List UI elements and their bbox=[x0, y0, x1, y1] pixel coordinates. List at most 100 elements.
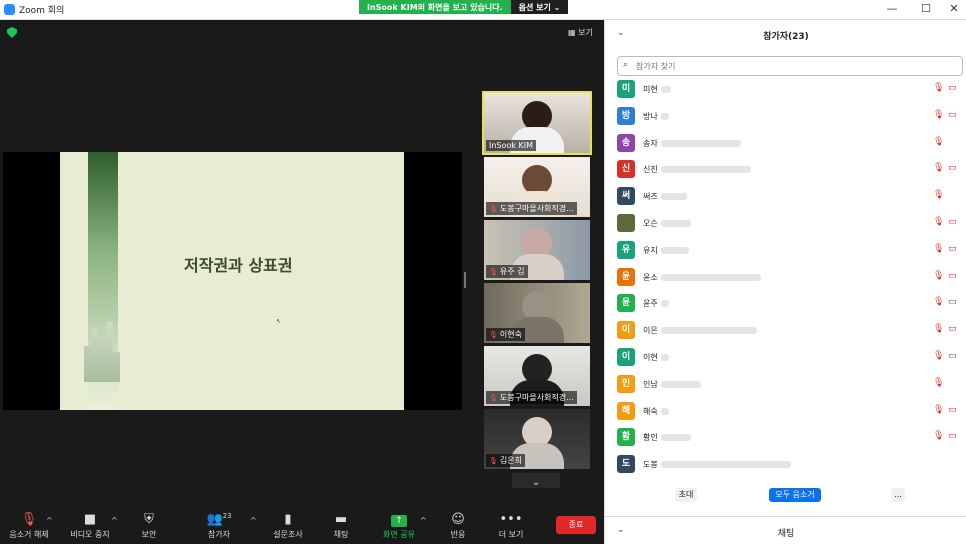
participant-row[interactable]: 도 도봉 bbox=[605, 453, 966, 476]
participant-name-text: 윤소 bbox=[643, 272, 658, 282]
share-screen-button[interactable]: ↑ 화면 공유 ^ bbox=[370, 512, 428, 540]
split-handle[interactable] bbox=[464, 272, 466, 288]
thumbnail-name: 도봉구마을사회적경... bbox=[499, 393, 574, 402]
muted-mic-icon: 🎙 bbox=[933, 109, 945, 120]
participant-name-text: 윤주 bbox=[643, 299, 658, 309]
title-bar: Zoom 회의 InSook KIM의 화면을 보고 있습니다. 옵션 보기 ⌄… bbox=[0, 0, 966, 20]
participant-avatar: 신 bbox=[617, 160, 635, 179]
reactions-label: 반응 bbox=[450, 530, 466, 539]
video-thumbnail[interactable]: 🎙 도봉구마을사회적경... bbox=[484, 346, 590, 406]
participant-row[interactable]: 써 써즈 🎙 bbox=[605, 185, 966, 211]
encryption-shield-icon[interactable] bbox=[7, 27, 17, 38]
thumbnail-label: 🎙 김은희 bbox=[486, 454, 525, 467]
view-options-button[interactable]: 옵션 보기 ⌄ bbox=[510, 0, 569, 14]
participant-row[interactable]: 해 해숙 🎙 ▭ bbox=[605, 400, 966, 426]
video-thumbnail[interactable]: 🎙 유주 김 bbox=[484, 220, 590, 280]
reactions-button[interactable]: ☺ 반응 bbox=[429, 512, 487, 540]
participants-icon: 👥23 bbox=[206, 512, 232, 527]
unmute-button[interactable]: 🎙 음소거 해제 ^ bbox=[0, 512, 58, 540]
participant-row[interactable]: 송 송자 🎙 bbox=[605, 132, 966, 158]
participant-name: 도봉 bbox=[643, 459, 791, 470]
redacted-name-blur bbox=[660, 246, 689, 254]
participant-name-text: 인남 bbox=[643, 379, 658, 389]
participants-options-caret[interactable]: ^ bbox=[250, 516, 257, 525]
muted-mic-icon: 🎙 bbox=[933, 83, 945, 93]
unmute-label: 음소거 해제 bbox=[9, 530, 49, 539]
participant-row[interactable]: 이 이현 🎙 ▭ bbox=[605, 346, 966, 372]
participant-row[interactable]: 황 황인 🎙 ▭ bbox=[605, 426, 966, 452]
participant-row[interactable]: 신 신진 🎙 ▭ bbox=[605, 158, 966, 184]
participants-button[interactable]: 👥23 참가자 ^ bbox=[190, 512, 256, 540]
invite-button[interactable]: 초대 bbox=[675, 488, 697, 502]
stop-video-label: 비디오 중지 bbox=[70, 530, 110, 539]
maximize-button[interactable]: ☐ bbox=[916, 2, 936, 15]
participant-name: 미현 bbox=[643, 84, 671, 95]
minimize-button[interactable]: — bbox=[882, 2, 902, 15]
mute-all-button[interactable]: 모두 음소거 bbox=[769, 488, 821, 502]
participant-avatar: 윤 bbox=[617, 294, 635, 313]
video-on-icon: ▭ bbox=[948, 351, 957, 361]
thumbnail-label: 🎙 도봉구마을사회적경... bbox=[486, 202, 577, 215]
video-thumbnail[interactable]: 🎙 도봉구마을사회적경... bbox=[484, 157, 590, 217]
participant-avatar: 인 bbox=[617, 374, 635, 393]
video-options-caret[interactable]: ^ bbox=[111, 516, 118, 525]
meeting-toolbar: 🎙 음소거 해제 ^ ■ 비디오 중지 ^ ⛨ 보안 👥23 참가자 ^ ▮ 설… bbox=[0, 488, 604, 544]
stop-video-button[interactable]: ■ 비디오 중지 ^ bbox=[61, 512, 119, 540]
participant-name-text: 써즈 bbox=[643, 192, 658, 202]
thumbnail-name: 도봉구마을사회적경... bbox=[499, 204, 574, 213]
redacted-name-blur bbox=[660, 166, 751, 174]
share-banner: InSook KIM의 화면을 보고 있습니다. 옵션 보기 ⌄ bbox=[359, 0, 569, 14]
share-screen-label: 화면 공유 bbox=[383, 530, 415, 539]
muted-mic-icon: 🎙 bbox=[489, 456, 498, 465]
muted-mic-icon: 🎙 bbox=[933, 297, 945, 308]
participant-row[interactable]: 방 방나 🎙 ▭ bbox=[605, 105, 966, 131]
polls-button[interactable]: ▮ 설문조사 bbox=[259, 512, 317, 540]
reactions-smiley-icon: ☺ bbox=[451, 512, 465, 527]
search-placeholder: 참가자 찾기 bbox=[636, 62, 676, 71]
close-button[interactable]: ✕ bbox=[944, 2, 964, 15]
more-button[interactable]: ••• 더 보기 bbox=[482, 512, 540, 540]
muted-mic-icon: 🎙 bbox=[933, 190, 945, 201]
redacted-name-blur bbox=[660, 407, 669, 415]
participant-row[interactable]: 미 미현 🎙 ▭ bbox=[605, 78, 966, 104]
participant-name-text: 유지 bbox=[643, 245, 658, 255]
chat-bubble-icon: ▬ bbox=[334, 512, 348, 527]
more-options-button[interactable]: ... bbox=[891, 488, 905, 502]
participant-search-input[interactable]: ⌕ 참가자 찾기 bbox=[617, 56, 963, 76]
view-button[interactable]: ▦ 보기 bbox=[568, 27, 593, 38]
muted-mic-icon: 🎙 bbox=[933, 217, 945, 227]
participant-name-text: 신진 bbox=[643, 165, 658, 175]
thumbnail-label: InSook KIM bbox=[486, 140, 536, 151]
video-thumbnail[interactable]: InSook KIM bbox=[482, 91, 592, 155]
video-off-icon: ▭ bbox=[948, 270, 957, 281]
muted-mic-icon: 🎙 bbox=[933, 404, 945, 415]
participant-avatar: 방 bbox=[617, 106, 635, 125]
muted-mic-icon: 🎙 bbox=[489, 204, 498, 213]
participant-row[interactable]: 인 인남 🎙 bbox=[605, 373, 966, 399]
participant-avatar: 이 bbox=[617, 321, 635, 340]
redacted-name-blur bbox=[660, 193, 687, 201]
security-button[interactable]: ⛨ 보안 bbox=[120, 512, 178, 540]
redacted-name-blur bbox=[660, 220, 691, 227]
audio-options-caret[interactable]: ^ bbox=[46, 516, 53, 525]
participant-row[interactable]: 윤 윤소 🎙 ▭ bbox=[605, 266, 966, 292]
redacted-name-blur bbox=[660, 434, 691, 442]
video-thumbnail[interactable]: 🎙 김은희 bbox=[484, 409, 590, 469]
participant-row[interactable]: 이 이은 🎙 ▭ bbox=[605, 319, 966, 345]
video-thumbnail[interactable]: 🎙 이현숙 bbox=[484, 283, 590, 343]
video-off-icon: ▭ bbox=[948, 243, 957, 254]
participant-name: 신진 bbox=[643, 164, 751, 175]
participant-name: 오슨 bbox=[643, 218, 691, 229]
chat-button[interactable]: ▬ 채팅 bbox=[312, 512, 370, 540]
participant-row[interactable]: 유 유지 🎙 ▭ bbox=[605, 239, 966, 265]
share-options-caret[interactable]: ^ bbox=[420, 516, 427, 525]
security-shield-icon: ⛨ bbox=[144, 512, 154, 527]
video-off-icon: ▭ bbox=[948, 109, 957, 120]
end-meeting-button[interactable]: 종료 bbox=[556, 516, 596, 534]
muted-mic-icon: 🎙 bbox=[489, 330, 498, 339]
participant-row[interactable]: 윤 윤주 🎙 ▭ bbox=[605, 292, 966, 318]
share-banner-text: InSook KIM의 화면을 보고 있습니다. bbox=[359, 0, 511, 14]
participant-row[interactable]: 오슨 🎙 ▭ bbox=[605, 212, 966, 238]
participant-avatar: 해 bbox=[617, 401, 635, 420]
more-label: 더 보기 bbox=[498, 530, 524, 539]
